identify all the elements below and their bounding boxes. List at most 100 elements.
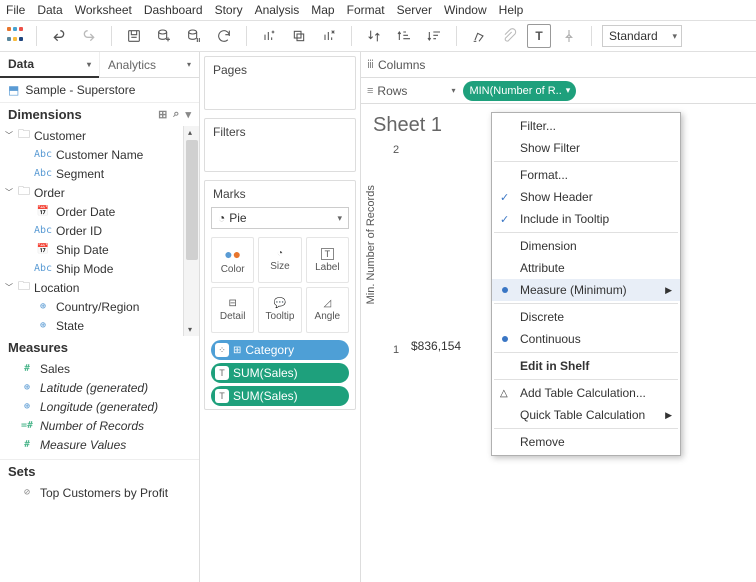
pill-min-number-of-records[interactable]: MIN(Number of R..▾ bbox=[463, 81, 576, 101]
ctx-show-header[interactable]: ✓Show Header bbox=[492, 186, 680, 208]
attach-button[interactable] bbox=[497, 24, 521, 48]
ctx-edit-in-shelf[interactable]: Edit in Shelf bbox=[492, 355, 680, 377]
new-worksheet-button[interactable] bbox=[257, 24, 281, 48]
sort-asc-button[interactable] bbox=[392, 24, 416, 48]
redo-button[interactable] bbox=[77, 24, 101, 48]
search-icon[interactable]: ⌕ bbox=[173, 108, 179, 121]
color-icon: ⁘ bbox=[215, 343, 229, 357]
selected-dot-icon bbox=[502, 336, 508, 342]
field-longitude[interactable]: ⊕Longitude (generated) bbox=[0, 397, 199, 416]
view-as-icon[interactable]: ⊞ bbox=[158, 108, 167, 121]
data-pane: Data▾ Analytics▾ ⬒ Sample - Superstore D… bbox=[0, 52, 200, 582]
field-ship-mode[interactable]: AbcShip Mode bbox=[0, 259, 199, 278]
ctx-add-table-calc[interactable]: △Add Table Calculation... bbox=[492, 382, 680, 404]
refresh-button[interactable] bbox=[212, 24, 236, 48]
mark-tooltip-card[interactable]: 💬Tooltip bbox=[258, 287, 301, 333]
datasource-name: Sample - Superstore bbox=[25, 83, 135, 97]
pin-button[interactable] bbox=[557, 24, 581, 48]
ctx-discrete[interactable]: Discrete bbox=[492, 306, 680, 328]
menu-map[interactable]: Map bbox=[311, 3, 334, 17]
folder-customer[interactable]: ﹀🗀Customer bbox=[0, 126, 199, 145]
ctx-attribute[interactable]: Attribute bbox=[492, 257, 680, 279]
size-icon: ◔ bbox=[277, 248, 283, 259]
ctx-show-filter[interactable]: Show Filter bbox=[492, 137, 680, 159]
field-order-date[interactable]: 📅Order Date bbox=[0, 202, 199, 221]
undo-button[interactable] bbox=[47, 24, 71, 48]
ctx-measure[interactable]: Measure (Minimum)▶ bbox=[492, 279, 680, 301]
text-label-button[interactable]: T bbox=[527, 24, 551, 48]
folder-location[interactable]: ﹀🗀Location bbox=[0, 278, 199, 297]
y-tick-1: 1 bbox=[393, 344, 399, 356]
pill-sum-sales-2[interactable]: TSUM(Sales) bbox=[211, 386, 349, 406]
rows-shelf[interactable]: ≡Rows▾ MIN(Number of R..▾ bbox=[361, 78, 756, 104]
datasource-item[interactable]: ⬒ Sample - Superstore bbox=[0, 78, 199, 103]
folder-order[interactable]: ﹀🗀Order bbox=[0, 183, 199, 202]
pill-context-menu: Filter... Show Filter Format... ✓Show He… bbox=[491, 112, 681, 456]
pill-sum-sales-1[interactable]: TSUM(Sales) bbox=[211, 363, 349, 383]
submenu-arrow-icon: ▶ bbox=[665, 285, 672, 296]
tab-analytics[interactable]: Analytics▾ bbox=[99, 52, 199, 78]
field-ship-date[interactable]: 📅Ship Date bbox=[0, 240, 199, 259]
folder-icon: 🗀 bbox=[18, 182, 30, 203]
mark-type-dropdown[interactable]: ◔Pie ▾ bbox=[211, 207, 349, 229]
pages-shelf[interactable]: Pages bbox=[204, 56, 356, 110]
menu-format[interactable]: Format bbox=[347, 3, 385, 17]
ctx-quick-table-calc[interactable]: Quick Table Calculation▶ bbox=[492, 404, 680, 426]
menu-file[interactable]: File bbox=[6, 3, 25, 17]
mark-angle-card[interactable]: ◿Angle bbox=[306, 287, 349, 333]
check-icon: ✓ bbox=[500, 191, 509, 204]
menu-help[interactable]: Help bbox=[499, 3, 524, 17]
ctx-dimension[interactable]: Dimension bbox=[492, 235, 680, 257]
menu-icon[interactable]: ▾ bbox=[185, 108, 191, 121]
ctx-include-tooltip[interactable]: ✓Include in Tooltip bbox=[492, 208, 680, 230]
duplicate-sheet-button[interactable] bbox=[287, 24, 311, 48]
fit-dropdown[interactable]: Standard bbox=[602, 25, 682, 47]
field-customer-name[interactable]: AbcCustomer Name bbox=[0, 145, 199, 164]
ctx-continuous[interactable]: Continuous bbox=[492, 328, 680, 350]
menu-story[interactable]: Story bbox=[215, 3, 243, 17]
label-icon: T bbox=[321, 248, 335, 260]
field-measure-values[interactable]: #Measure Values bbox=[0, 435, 199, 454]
mark-detail-card[interactable]: ⊟Detail bbox=[211, 287, 254, 333]
ctx-remove[interactable]: Remove bbox=[492, 431, 680, 453]
pause-auto-updates-button[interactable] bbox=[182, 24, 206, 48]
scrollbar[interactable]: ▴ ▾ bbox=[183, 126, 199, 336]
y-axis-label: Min. Number of Records bbox=[365, 185, 377, 304]
menu-window[interactable]: Window bbox=[444, 3, 487, 17]
clear-sheet-button[interactable] bbox=[317, 24, 341, 48]
field-latitude[interactable]: ⊕Latitude (generated) bbox=[0, 378, 199, 397]
tab-data[interactable]: Data▾ bbox=[0, 52, 99, 78]
datasource-icon: ⬒ bbox=[8, 83, 19, 97]
submenu-arrow-icon: ▶ bbox=[665, 410, 672, 421]
highlight-button[interactable] bbox=[467, 24, 491, 48]
sort-desc-button[interactable] bbox=[422, 24, 446, 48]
field-segment[interactable]: AbcSegment bbox=[0, 164, 199, 183]
tableau-logo-icon[interactable] bbox=[6, 26, 26, 46]
filters-shelf[interactable]: Filters bbox=[204, 118, 356, 172]
menu-server[interactable]: Server bbox=[397, 3, 432, 17]
ctx-format[interactable]: Format... bbox=[492, 164, 680, 186]
menu-data[interactable]: Data bbox=[37, 3, 62, 17]
tooltip-icon: 💬 bbox=[274, 298, 286, 309]
set-top-customers[interactable]: ⊘Top Customers by Profit bbox=[0, 483, 199, 502]
swap-button[interactable] bbox=[362, 24, 386, 48]
dimensions-header: Dimensions ⊞⌕▾ bbox=[0, 103, 199, 126]
menu-dashboard[interactable]: Dashboard bbox=[144, 3, 203, 17]
ctx-filter[interactable]: Filter... bbox=[492, 115, 680, 137]
mark-label-card[interactable]: TLabel bbox=[306, 237, 349, 283]
mark-size-card[interactable]: ◔Size bbox=[258, 237, 301, 283]
columns-shelf[interactable]: ⅲColumns bbox=[361, 52, 756, 78]
field-sales[interactable]: #Sales bbox=[0, 359, 199, 378]
new-datasource-button[interactable] bbox=[152, 24, 176, 48]
field-state[interactable]: ⊕State bbox=[0, 316, 199, 335]
menu-bar: File Data Worksheet Dashboard Story Anal… bbox=[0, 0, 756, 20]
mark-color-card[interactable]: ●●Color bbox=[211, 237, 254, 283]
field-city[interactable]: ⊕City bbox=[0, 335, 199, 336]
menu-worksheet[interactable]: Worksheet bbox=[75, 3, 132, 17]
field-number-of-records[interactable]: =#Number of Records bbox=[0, 416, 199, 435]
pill-category[interactable]: ⁘⊞Category bbox=[211, 340, 349, 360]
menu-analysis[interactable]: Analysis bbox=[255, 3, 300, 17]
save-button[interactable] bbox=[122, 24, 146, 48]
field-country[interactable]: ⊕Country/Region bbox=[0, 297, 199, 316]
field-order-id[interactable]: AbcOrder ID bbox=[0, 221, 199, 240]
